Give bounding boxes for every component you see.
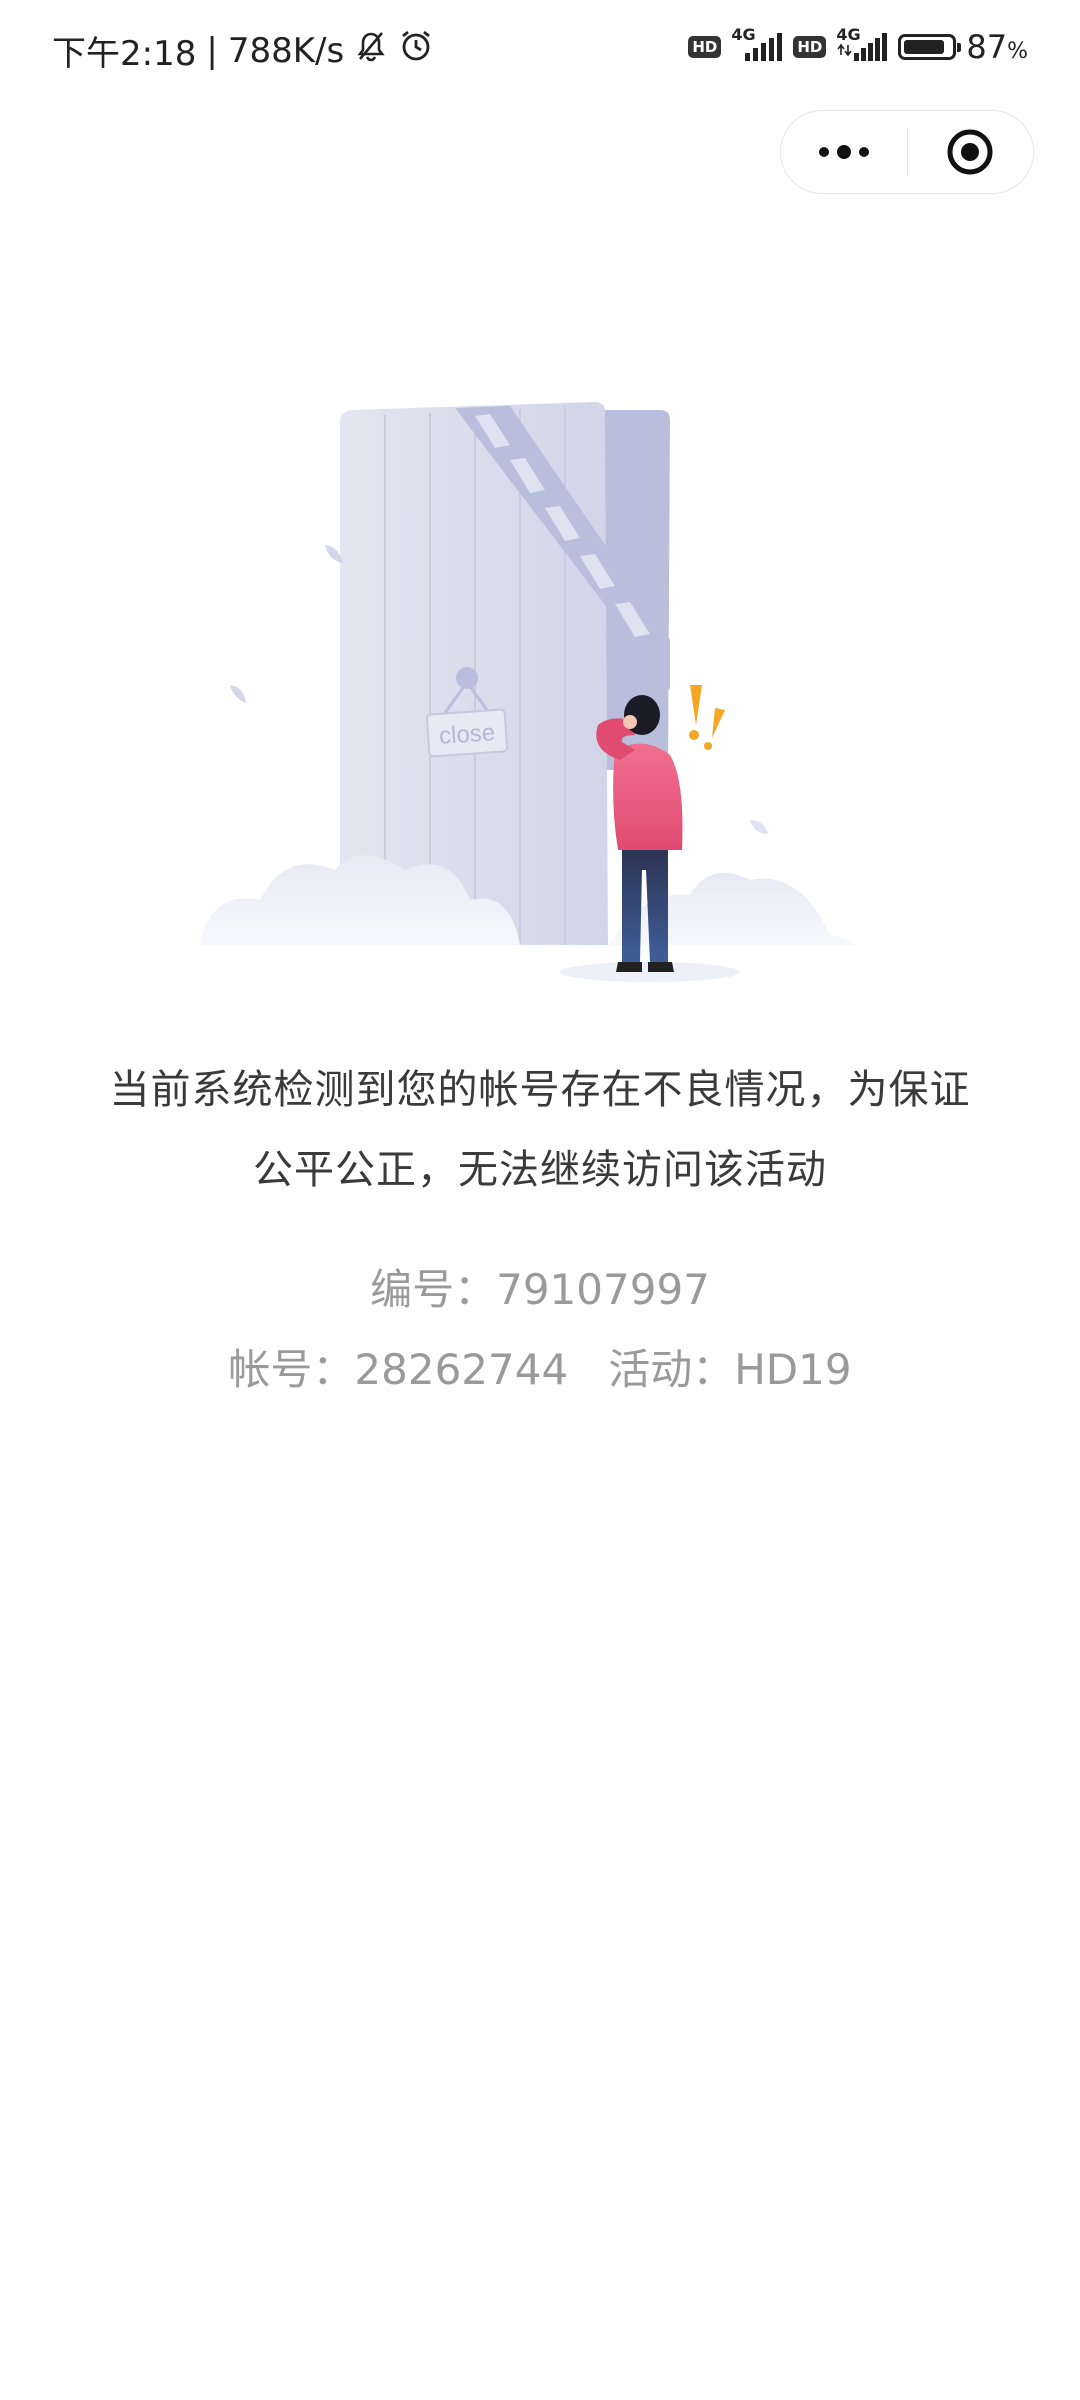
- account-activity-row: 帐号：28262744 活动：HD19: [60, 1330, 1020, 1410]
- status-bar: 下午2:18 | 788K/s HD 4G HD 4G 87%: [0, 0, 1080, 96]
- leaf-3: [750, 820, 768, 834]
- blocked-message: 当前系统检测到您的帐号存在不良情况，为保证 公平公正，无法继续访问该活动: [60, 1050, 1020, 1210]
- alarm-clock-icon: [398, 28, 434, 73]
- serial-label: 编号：: [370, 1265, 497, 1314]
- blocked-message-line-1: 当前系统检测到您的帐号存在不良情况，为保证: [109, 1067, 971, 1113]
- status-separator: |: [206, 30, 218, 71]
- battery-percent-unit: %: [1007, 39, 1028, 64]
- activity-label: 活动：: [608, 1345, 735, 1394]
- ellipsis-icon: [818, 145, 869, 159]
- blocked-message-line-2: 公平公正，无法继续访问该活动: [253, 1147, 827, 1193]
- hd-badge: HD: [688, 36, 722, 58]
- signal-4g-icon-2: 4G: [836, 25, 888, 63]
- serial-row: 编号：79107997: [60, 1250, 1020, 1330]
- serial-value: 79107997: [496, 1265, 710, 1314]
- page: 下午2:18 | 788K/s HD 4G HD 4G 87% close 当前…: [0, 0, 1080, 2400]
- network-speed: 788K/s: [227, 30, 345, 71]
- status-right: HD 4G HD 4G 87%: [688, 25, 1028, 66]
- battery-percent: 87%: [966, 28, 1028, 66]
- closed-door-illustration: close: [200, 402, 855, 982]
- meta-info: 编号：79107997 帐号：28262744 活动：HD19: [60, 1250, 1020, 1410]
- battery-icon: [898, 34, 962, 60]
- status-time: 下午2:18: [52, 34, 197, 74]
- status-left: 下午2:18 | 788K/s: [52, 26, 434, 75]
- close-sign-text: close: [438, 719, 496, 750]
- mute-bell-icon: [354, 29, 388, 72]
- leaf-2: [230, 685, 246, 703]
- more-button[interactable]: [781, 110, 907, 194]
- hd-badge-2: HD: [793, 36, 827, 58]
- battery-percent-value: 87: [966, 28, 1008, 66]
- signal-4g-icon: 4G: [731, 25, 783, 63]
- activity-value: HD19: [734, 1345, 852, 1394]
- close-miniprogram-button[interactable]: [908, 110, 1034, 194]
- target-close-icon: [947, 129, 993, 175]
- capsule-menu: [780, 110, 1034, 194]
- exclamation-marks: [689, 685, 725, 750]
- account-value: 28262744: [354, 1345, 569, 1394]
- account-label: 帐号：: [228, 1345, 355, 1394]
- battery-fill: [904, 40, 945, 54]
